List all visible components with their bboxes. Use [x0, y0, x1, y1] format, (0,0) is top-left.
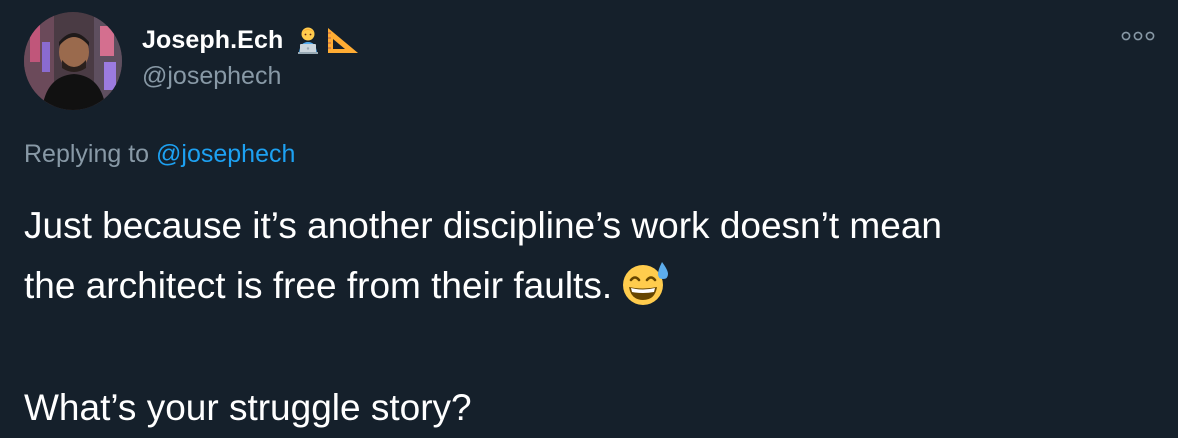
name-emojis — [293, 25, 361, 55]
tweet-card: Joseph.Ech @josephech Replying to @josep… — [0, 0, 1178, 438]
replying-to: Replying to @josephech — [24, 140, 295, 169]
replying-prefix: Replying to — [24, 140, 150, 168]
handle[interactable]: @josephech — [142, 62, 361, 91]
tweet-text-line-2: the architect is free from their faults. — [24, 265, 613, 306]
tweet-text: Just because it’s another discipline’s w… — [24, 196, 1154, 438]
tweet-text-line-2-wrap: the architect is free from their faults. — [24, 256, 1154, 324]
technologist-emoji — [298, 27, 319, 54]
grinning-sweat-emoji — [618, 260, 672, 324]
author-block: Joseph.Ech @josephech — [142, 22, 361, 91]
replying-mention-link[interactable]: @josephech — [156, 140, 295, 168]
triangular-ruler-emoji — [328, 28, 359, 53]
display-name[interactable]: Joseph.Ech — [142, 26, 283, 55]
more-options-button[interactable] — [1118, 26, 1158, 46]
name-row: Joseph.Ech — [142, 22, 361, 58]
avatar[interactable] — [24, 12, 122, 110]
tweet-text-line-3: What’s your struggle story? — [24, 387, 472, 428]
tweet-text-line-1: Just because it’s another discipline’s w… — [24, 205, 942, 246]
more-horizontal-icon — [1121, 31, 1155, 41]
avatar-image — [24, 12, 122, 110]
